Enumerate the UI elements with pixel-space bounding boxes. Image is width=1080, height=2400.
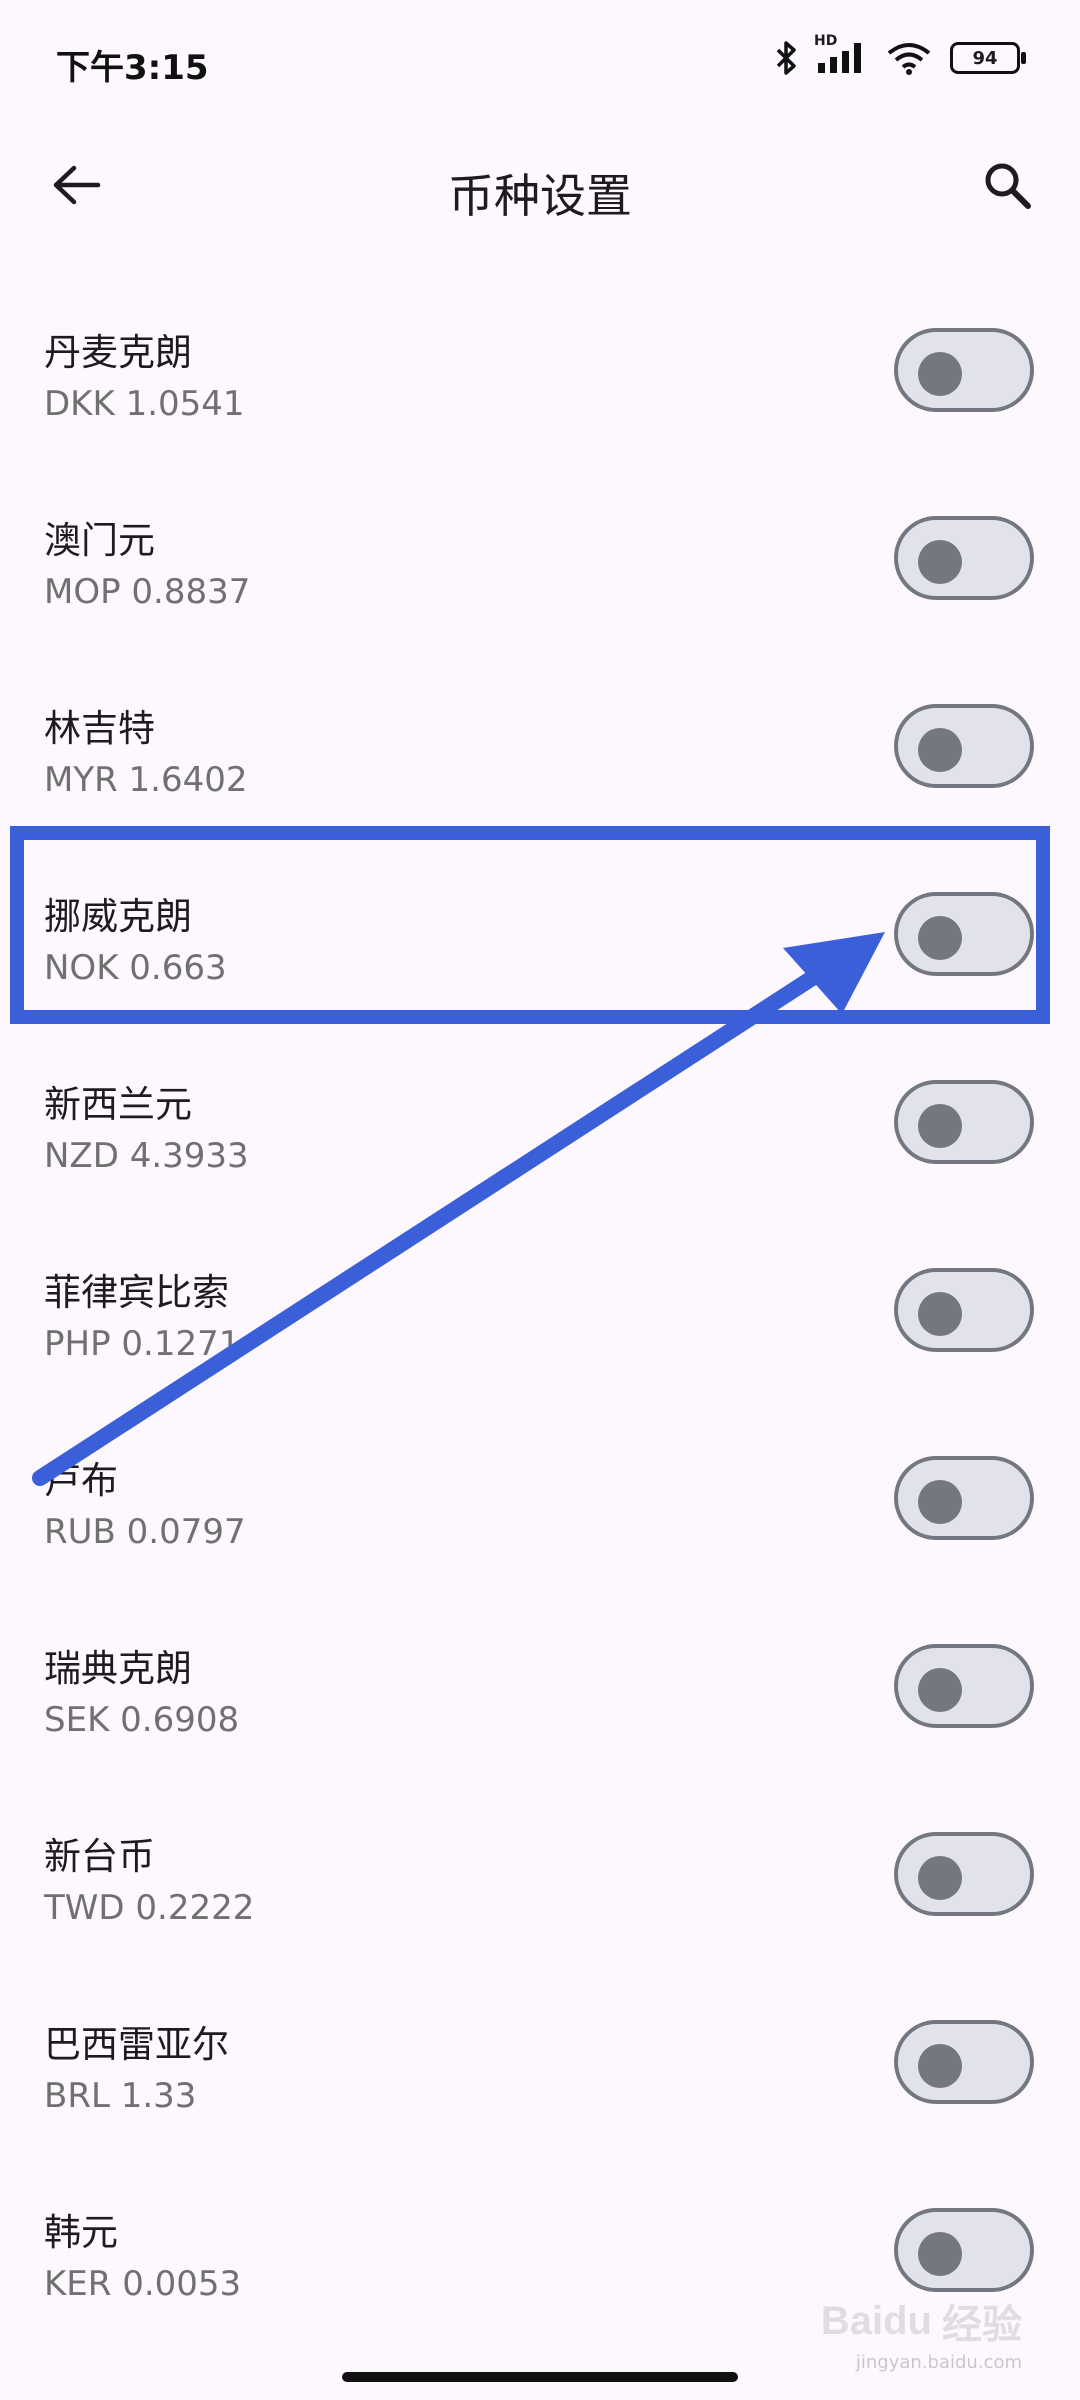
currency-rate: PHP 0.1271 (44, 1324, 241, 1364)
currency-row[interactable]: 新西兰元 NZD 4.3933 (0, 1052, 1080, 1240)
currency-toggle[interactable] (894, 1268, 1034, 1352)
currency-row[interactable]: 丹麦克朗 DKK 1.0541 (0, 300, 1080, 488)
currency-toggle[interactable] (894, 2208, 1034, 2292)
toggle-thumb (918, 1480, 962, 1524)
bluetooth-icon (774, 40, 798, 76)
toggle-thumb (918, 1104, 962, 1148)
currency-rate: MOP 0.8837 (44, 572, 251, 612)
currency-toggle[interactable] (894, 1832, 1034, 1916)
currency-name: 新台币 (44, 1835, 155, 1878)
app-bar: 币种设置 (0, 124, 1080, 248)
baidu-watermark: Baidu 经验 (821, 2292, 1022, 2350)
network-type-label: HD (814, 33, 838, 49)
currency-name: 韩元 (44, 2211, 118, 2254)
currency-name: 挪威克朗 (44, 895, 192, 938)
watermark-logo: Baidu (820, 2298, 932, 2343)
toggle-thumb (918, 1668, 962, 1712)
currency-name: 巴西雷亚尔 (44, 2023, 229, 2066)
currency-row[interactable]: 林吉特 MYR 1.6402 (0, 676, 1080, 864)
currency-name: 瑞典克朗 (44, 1647, 192, 1690)
status-bar: 下午3:15 HD 94 (0, 0, 1080, 124)
currency-row[interactable]: 新台币 TWD 0.2222 (0, 1804, 1080, 1992)
currency-list: 丹麦克朗 DKK 1.0541 澳门元 MOP 0.8837 林吉特 MYR 1.6402… (0, 300, 1080, 2368)
currency-name: 卢布 (44, 1459, 118, 1502)
currency-toggle[interactable] (894, 2020, 1034, 2104)
currency-row[interactable]: 澳门元 MOP 0.8837 (0, 488, 1080, 676)
wifi-icon (886, 41, 932, 75)
currency-rate: DKK 1.0541 (44, 384, 245, 424)
toggle-thumb (918, 1856, 962, 1900)
currency-rate: SEK 0.6908 (44, 1700, 240, 1740)
currency-name: 菲律宾比索 (44, 1271, 229, 1314)
currency-toggle[interactable] (894, 516, 1034, 600)
currency-toggle[interactable] (894, 328, 1034, 412)
toggle-thumb (918, 540, 962, 584)
toggle-thumb (918, 1292, 962, 1336)
currency-name: 新西兰元 (44, 1083, 192, 1126)
currency-rate: NZD 4.3933 (44, 1136, 249, 1176)
page-title: 币种设置 (448, 169, 632, 223)
currency-toggle[interactable] (894, 892, 1034, 976)
currency-name: 丹麦克朗 (44, 331, 192, 374)
toggle-thumb (918, 352, 962, 396)
currency-row[interactable]: 卢布 RUB 0.0797 (0, 1428, 1080, 1616)
currency-rate: MYR 1.6402 (44, 760, 248, 800)
battery-icon: 94 (950, 42, 1026, 74)
toggle-thumb (918, 728, 962, 772)
currency-toggle[interactable] (894, 1644, 1034, 1728)
currency-name: 林吉特 (44, 707, 155, 750)
currency-name: 澳门元 (44, 519, 155, 562)
search-icon (982, 160, 1032, 214)
currency-toggle[interactable] (894, 1456, 1034, 1540)
currency-row[interactable]: 瑞典克朗 SEK 0.6908 (0, 1616, 1080, 1804)
currency-rate: NOK 0.663 (44, 948, 227, 988)
currency-rate: RUB 0.0797 (44, 1512, 246, 1552)
currency-toggle[interactable] (894, 1080, 1034, 1164)
toggle-thumb (918, 2232, 962, 2276)
currency-row[interactable]: 挪威克朗 NOK 0.663 (0, 864, 1080, 1052)
search-button[interactable] (974, 154, 1040, 220)
watermark-url: jingyan.baidu.com (855, 2352, 1022, 2373)
toggle-thumb (918, 916, 962, 960)
status-icons: HD 94 (774, 33, 1026, 76)
currency-row[interactable]: 菲律宾比索 PHP 0.1271 (0, 1240, 1080, 1428)
currency-rate: TWD 0.2222 (44, 1888, 255, 1928)
signal-icon: HD (814, 33, 868, 75)
currency-rate: KER 0.0053 (44, 2264, 242, 2304)
status-time: 下午3:15 (56, 48, 209, 88)
currency-row[interactable]: 巴西雷亚尔 BRL 1.33 (0, 1992, 1080, 2180)
currency-toggle[interactable] (894, 704, 1034, 788)
watermark-text: 经验 (942, 2303, 1022, 2347)
home-indicator[interactable] (342, 2372, 738, 2382)
toggle-thumb (918, 2044, 962, 2088)
currency-rate: BRL 1.33 (44, 2076, 197, 2116)
